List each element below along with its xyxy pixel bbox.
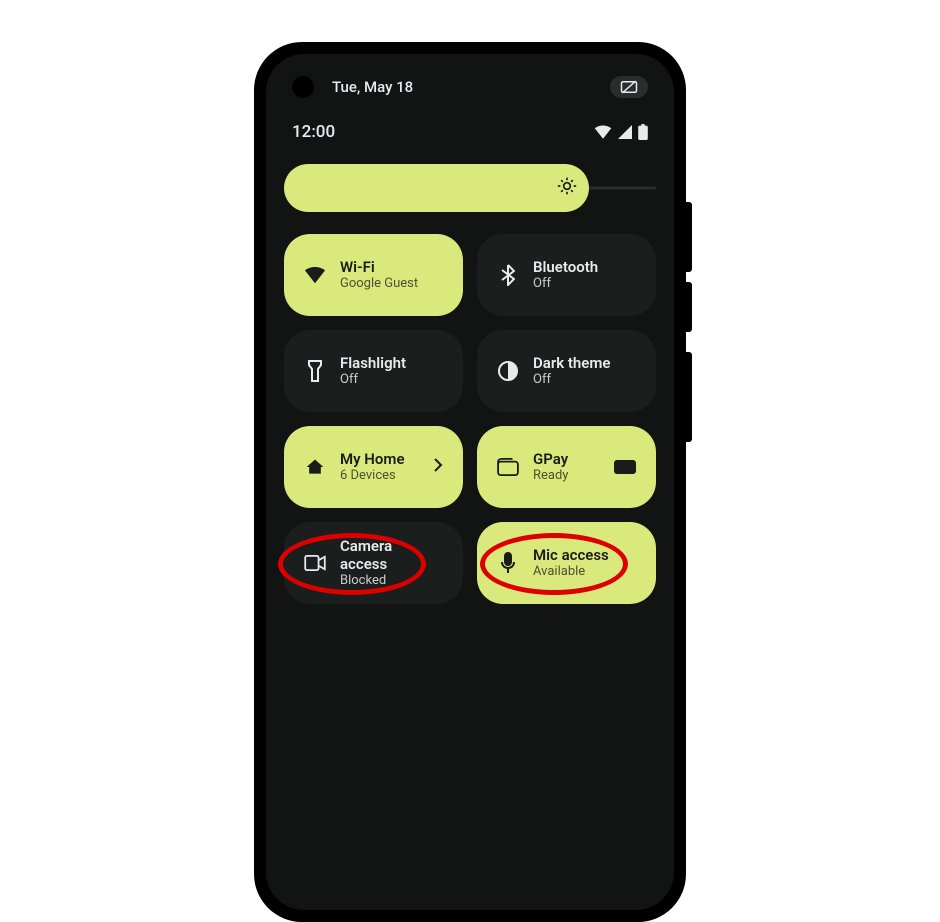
side-button — [686, 352, 692, 442]
tile-title: Camera access — [340, 537, 443, 573]
tile-subtitle: Google Guest — [340, 276, 443, 292]
tile-title: My Home — [340, 450, 419, 468]
battery-status-icon — [638, 124, 648, 140]
mic-icon — [497, 552, 519, 574]
tile-gpay[interactable]: GPay Ready — [477, 426, 656, 508]
tile-title: Flashlight — [340, 354, 443, 372]
wifi-icon — [304, 264, 326, 286]
tile-subtitle: 6 Devices — [340, 468, 419, 484]
status-bar-time: 12:00 — [292, 122, 648, 142]
tile-title: Dark theme — [533, 354, 636, 372]
phone-frame: Tue, May 18 12:00 — [254, 42, 686, 922]
card-icon — [614, 460, 636, 474]
side-button — [686, 282, 692, 332]
bluetooth-icon — [497, 264, 519, 286]
tile-subtitle: Off — [340, 372, 443, 388]
tile-title: Mic access — [533, 546, 636, 564]
status-bar-top: Tue, May 18 — [332, 76, 648, 98]
wallet-icon — [497, 456, 519, 478]
camera-icon — [304, 552, 326, 574]
tile-camera-access[interactable]: Camera access Blocked — [284, 522, 463, 604]
chevron-right-icon — [433, 457, 443, 477]
tile-mic-access[interactable]: Mic access Available — [477, 522, 656, 604]
cast-off-icon[interactable] — [610, 76, 648, 98]
brightness-slider[interactable] — [284, 164, 656, 212]
tile-title: Wi-Fi — [340, 258, 443, 276]
home-icon — [304, 456, 326, 478]
tile-subtitle: Ready — [533, 468, 600, 484]
wifi-status-icon — [594, 125, 612, 139]
tile-subtitle: Available — [533, 564, 636, 580]
tile-dark-theme[interactable]: Dark theme Off — [477, 330, 656, 412]
tile-subtitle: Off — [533, 276, 636, 292]
tile-wifi[interactable]: Wi-Fi Google Guest — [284, 234, 463, 316]
camera-cutout — [292, 76, 314, 98]
tile-subtitle: Off — [533, 372, 636, 388]
phone-screen: Tue, May 18 12:00 — [266, 54, 674, 910]
signal-status-icon — [618, 125, 632, 139]
flashlight-icon — [304, 360, 326, 382]
brightness-icon — [557, 176, 577, 200]
side-button — [686, 202, 692, 272]
tile-flashlight[interactable]: Flashlight Off — [284, 330, 463, 412]
tile-subtitle: Blocked — [340, 573, 443, 589]
tile-title: Bluetooth — [533, 258, 636, 276]
status-icons — [594, 124, 648, 140]
status-date: Tue, May 18 — [332, 78, 413, 96]
tile-bluetooth[interactable]: Bluetooth Off — [477, 234, 656, 316]
status-time: 12:00 — [292, 122, 335, 142]
tile-title: GPay — [533, 450, 600, 468]
dark-theme-icon — [497, 360, 519, 382]
tile-home[interactable]: My Home 6 Devices — [284, 426, 463, 508]
